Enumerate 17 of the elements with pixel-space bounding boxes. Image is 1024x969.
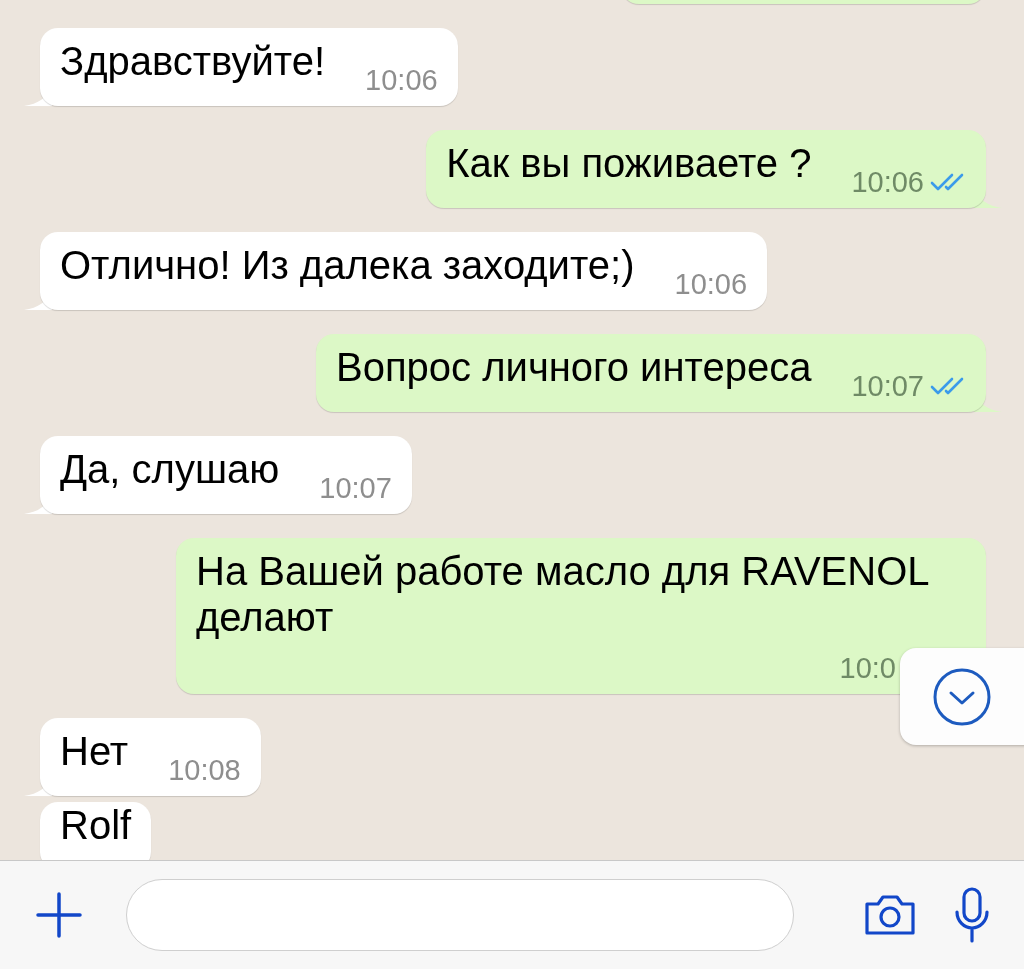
message-time: 10:08 <box>168 754 241 786</box>
message-text: Нет <box>60 728 129 775</box>
chevron-down-icon <box>932 666 992 727</box>
message-time: 10:06 <box>365 64 438 96</box>
message-text: Здравствуйте! <box>60 38 326 85</box>
message-time: 10:06 <box>851 166 924 198</box>
message-time: 10:06 <box>674 268 748 300</box>
message-time: 10:07 <box>319 472 392 504</box>
message-text: Как вы поживаете ? <box>446 140 812 187</box>
message-time: 10:07 <box>851 370 924 402</box>
message-text: Rolf <box>60 802 132 849</box>
message-text: Вопрос личного интереса <box>336 344 812 391</box>
message-time: 10:0 <box>839 652 896 684</box>
scroll-down-button[interactable] <box>900 648 1024 745</box>
message-text: Да, слушаю <box>60 446 280 493</box>
message-text: На Вашей работе масло для RAVENOL делают <box>196 548 930 641</box>
message-text: Отлично! Из далека заходите;) <box>60 242 635 289</box>
